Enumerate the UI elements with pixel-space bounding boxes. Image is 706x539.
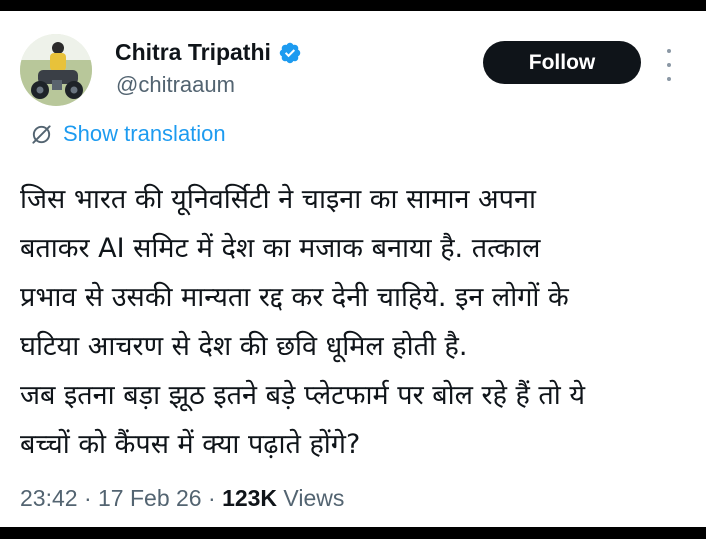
avatar[interactable]	[20, 34, 92, 106]
tweet-time[interactable]: 23:42	[20, 485, 78, 511]
author-name[interactable]: Chitra Tripathi	[115, 39, 302, 66]
tweet-line: जिस भारत की यूनिवर्सिटी ने चाइना का सामा…	[20, 184, 536, 215]
verified-badge-icon	[279, 42, 301, 63]
author-display-name: Chitra Tripathi	[115, 39, 271, 65]
meta-separator: ·	[201, 485, 223, 511]
tweet-line: घटिया आचरण से देश की छवि धूमिल होती है.	[20, 331, 468, 362]
more-vertical-icon[interactable]	[660, 49, 678, 81]
author-handle[interactable]: @chitraaum	[116, 72, 235, 98]
tweet-line: प्रभाव से उसकी मान्यता रद्द कर देनी चाहि…	[20, 282, 569, 313]
tweet-card: Chitra Tripathi @chitraaum Follow Show t…	[0, 11, 706, 527]
avatar-photo	[20, 34, 92, 106]
tweet-line: जब इतना बड़ा झूठ इतने बड़े प्लेटफार्म पर…	[20, 380, 586, 411]
tweet-body: जिस भारत की यूनिवर्सिटी ने चाइना का सामा…	[20, 175, 695, 469]
follow-button[interactable]: Follow	[483, 41, 641, 84]
tweet-meta: 23:42 · 17 Feb 26 · 123K Views	[20, 485, 344, 512]
show-translation-label: Show translation	[63, 121, 226, 146]
views-label: Views	[277, 485, 345, 511]
meta-separator: ·	[77, 485, 99, 511]
tweet-date[interactable]: 17 Feb 26	[98, 485, 202, 511]
globe-slash-icon	[32, 124, 51, 144]
views-count[interactable]: 123K	[222, 485, 277, 511]
tweet-line: बताकर AI समिट में देश का मजाक बनाया है. …	[20, 233, 541, 264]
tweet-line: बच्चों को कैंपस में क्या पढ़ाते होंगे?	[20, 429, 361, 460]
show-translation-link[interactable]: Show translation	[30, 121, 226, 147]
